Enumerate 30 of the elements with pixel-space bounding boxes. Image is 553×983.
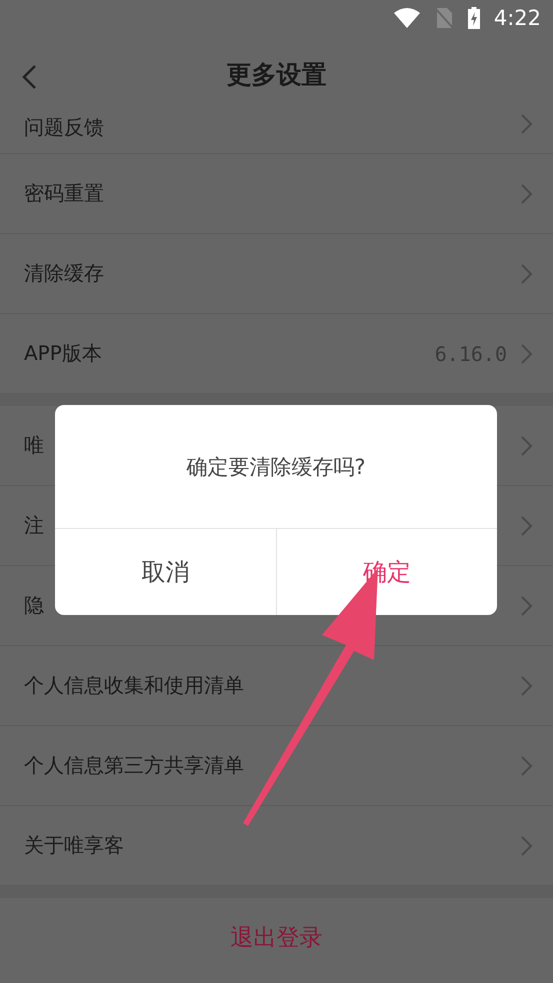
chevron-right-icon [521, 436, 533, 456]
chevron-right-icon [521, 836, 533, 856]
chevron-right-icon [521, 676, 533, 696]
page-title: 更多设置 [226, 58, 326, 90]
row-label: 唯 [24, 432, 45, 459]
chevron-right-icon [521, 264, 533, 284]
row-label: 个人信息第三方共享清单 [24, 752, 245, 779]
row-label: 关于唯享客 [24, 832, 125, 859]
chevron-right-icon [521, 344, 533, 364]
row-label: 密码重置 [24, 180, 105, 207]
row-label: APP版本 [24, 340, 103, 367]
battery-charging-icon [468, 7, 480, 29]
row-label: 清除缓存 [24, 260, 105, 287]
settings-row[interactable]: 问题反馈 [0, 112, 553, 154]
status-time: 4:22 [494, 6, 541, 30]
row-label: 注 [24, 512, 45, 539]
chevron-right-icon [521, 756, 533, 776]
chevron-left-icon [20, 64, 38, 90]
settings-row[interactable]: 清除缓存 [0, 234, 553, 314]
wifi-icon [394, 8, 420, 28]
chevron-right-icon [521, 184, 533, 204]
row-label: 个人信息收集和使用清单 [24, 672, 245, 699]
row-label: 问题反馈 [24, 114, 105, 141]
settings-row[interactable]: 密码重置 [0, 154, 553, 234]
chevron-right-icon [521, 596, 533, 616]
chevron-right-icon [521, 114, 533, 134]
chevron-right-icon [521, 516, 533, 536]
row-label: 隐 [24, 592, 45, 619]
logout-button[interactable]: 退出登录 [224, 921, 328, 954]
dialog-message: 确定要清除缓存吗? [55, 405, 497, 529]
